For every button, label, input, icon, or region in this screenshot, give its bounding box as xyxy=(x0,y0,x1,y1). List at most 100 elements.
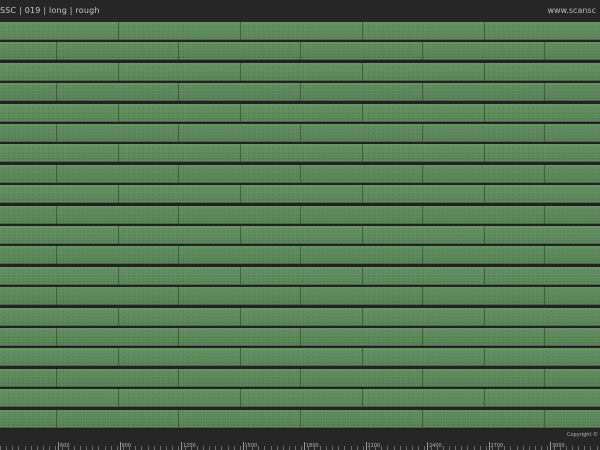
tile-joint xyxy=(300,42,301,61)
tile-joint xyxy=(178,409,179,428)
tile-joint xyxy=(484,266,485,285)
ruler-minor-tick xyxy=(55,446,57,450)
tile-joint xyxy=(178,205,179,224)
ruler-minor-tick xyxy=(553,446,555,450)
ruler-minor-tick xyxy=(43,446,45,450)
ruler-minor-tick xyxy=(30,446,32,450)
ruler-minor-tick xyxy=(129,446,131,450)
ruler-minor-tick xyxy=(547,446,549,450)
ruler-minor-tick xyxy=(393,446,395,450)
ruler-minor-tick xyxy=(418,446,420,450)
ruler-minor-tick xyxy=(49,446,51,450)
tile-row xyxy=(0,62,600,81)
ruler-minor-tick xyxy=(166,446,168,450)
ruler-minor-tick xyxy=(86,446,88,450)
tile-joint xyxy=(300,164,301,183)
ruler-minor-tick xyxy=(467,446,469,450)
tile-row xyxy=(0,164,600,183)
tile-joint xyxy=(240,348,241,367)
ruler-minor-tick xyxy=(221,446,223,450)
ruler-minor-tick xyxy=(301,446,303,450)
ruler-minor-tick xyxy=(350,446,352,450)
tile-joint xyxy=(118,22,119,40)
ruler-minor-tick xyxy=(498,446,500,450)
tile-joint xyxy=(240,22,241,40)
tile-row xyxy=(0,22,600,40)
ruler-minor-tick xyxy=(535,446,537,450)
tile-joint xyxy=(118,144,119,163)
tile-joint xyxy=(300,83,301,102)
tile-joint xyxy=(178,164,179,183)
tile-joint xyxy=(118,103,119,122)
ruler-minor-tick xyxy=(436,446,438,450)
tile-joint xyxy=(240,389,241,408)
ruler-minor-tick xyxy=(141,446,143,450)
ruler-minor-tick xyxy=(135,446,137,450)
tile-joint xyxy=(300,409,301,428)
ruler-minor-tick xyxy=(430,446,432,450)
tile-joint xyxy=(178,246,179,265)
ruler-minor-tick xyxy=(485,446,487,450)
ruler-minor-tick xyxy=(578,446,580,450)
tile-joint xyxy=(240,266,241,285)
tile-joint xyxy=(178,83,179,102)
tile-joint xyxy=(56,328,57,346)
ruler-minor-tick xyxy=(424,446,426,450)
tile-row xyxy=(0,185,600,204)
tile-joint xyxy=(362,185,363,204)
scale-ruler: Copyright © 600 900 1200 1500 1800 2100 2400 27… xyxy=(0,430,600,450)
ruler-minor-tick xyxy=(73,446,75,450)
material-title: SSC | 019 | long | rough xyxy=(0,6,100,15)
ruler-minor-tick xyxy=(541,446,543,450)
ruler-minor-tick xyxy=(399,446,401,450)
ruler-minor-tick xyxy=(381,446,383,450)
ruler-minor-tick xyxy=(338,446,340,450)
ruler-minor-tick xyxy=(590,446,592,450)
ruler-minor-tick xyxy=(412,446,414,450)
ruler-minor-tick xyxy=(215,446,217,450)
ruler-minor-tick xyxy=(313,446,315,450)
ruler-tick xyxy=(119,442,121,450)
ruler-minor-tick xyxy=(282,446,284,450)
tile-joint xyxy=(422,287,423,306)
tile-joint xyxy=(544,409,545,428)
ruler-minor-tick xyxy=(455,446,457,450)
ruler-minor-tick xyxy=(571,446,573,450)
ruler-minor-tick xyxy=(67,446,69,450)
ruler-minor-tick xyxy=(184,446,186,450)
tile-row xyxy=(0,266,600,285)
tile-joint xyxy=(240,226,241,244)
ruler-minor-tick xyxy=(227,446,229,450)
ruler-minor-tick xyxy=(369,446,370,450)
tile-joint xyxy=(118,266,119,285)
tile-joint xyxy=(422,409,423,428)
ruler-minor-tick xyxy=(289,446,291,450)
tile-joint xyxy=(300,246,301,265)
ruler-minor-tick xyxy=(36,446,38,450)
ruler-minor-tick xyxy=(442,446,444,450)
ruler-tick xyxy=(304,442,305,450)
tile-joint xyxy=(362,307,363,326)
tile-row xyxy=(0,348,600,367)
tile-row xyxy=(0,368,600,387)
tile-joint xyxy=(362,389,363,408)
tile-joint xyxy=(300,124,301,142)
tile-joint xyxy=(484,226,485,244)
tile-joint xyxy=(240,103,241,122)
tile-joint xyxy=(544,124,545,142)
ruler-minor-tick xyxy=(295,446,297,450)
ruler-minor-tick xyxy=(522,446,524,450)
tile-joint xyxy=(544,368,545,387)
ruler-minor-tick xyxy=(504,446,506,450)
tile-joint xyxy=(544,287,545,306)
ruler-minor-tick xyxy=(479,446,481,450)
ruler-minor-tick xyxy=(387,446,389,450)
ruler-minor-tick xyxy=(516,446,518,450)
header-bar: SSC | 019 | long | rough www.scansc xyxy=(0,0,600,22)
ruler-minor-tick xyxy=(332,446,334,450)
ruler-minor-tick xyxy=(356,446,358,450)
ruler-minor-tick xyxy=(461,446,463,450)
ruler-minor-tick xyxy=(344,446,346,450)
ruler-minor-tick xyxy=(104,446,106,450)
ruler-minor-tick xyxy=(153,446,155,450)
